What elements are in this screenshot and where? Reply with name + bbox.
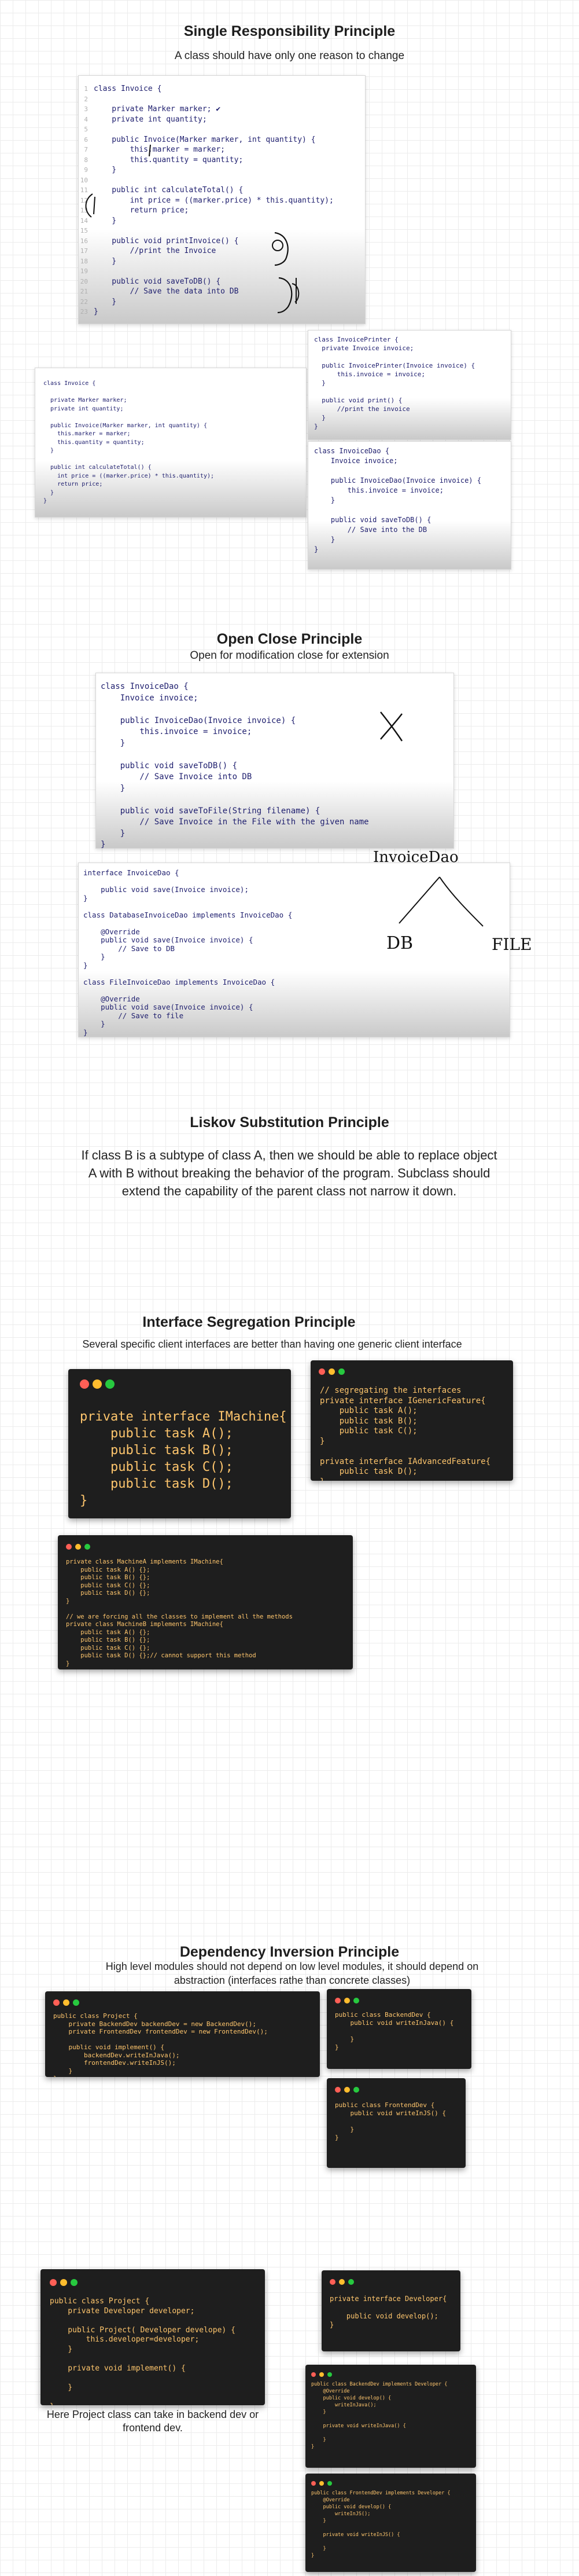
close-dot-icon — [330, 2279, 335, 2285]
close-dot-icon — [53, 1999, 60, 2006]
dip-frontend2-card: public class FrontendDev implements Deve… — [305, 2474, 476, 2572]
dip-project2-code: public class Project { private Developer… — [50, 2297, 235, 2405]
dip-frontend-code: public class FrontendDev { public void w… — [335, 2101, 447, 2141]
maximize-dot-icon — [327, 2481, 332, 2486]
ocp-cross-mark — [380, 711, 403, 742]
ocp-hierarchy-lines — [399, 876, 484, 927]
minimize-dot-icon — [319, 2372, 324, 2377]
srp-handwritten-annotations — [85, 144, 300, 314]
window-dots — [330, 2277, 357, 2288]
isp-segregated-code: // segregating the interfaces private in… — [320, 1386, 491, 1481]
srp-invoice-small-code: class Invoice { private Marker marker; p… — [43, 380, 215, 504]
maximize-dot-icon — [353, 1998, 359, 2003]
ocp-hand-invoicedao: InvoiceDao — [373, 849, 459, 863]
minimize-dot-icon — [63, 1999, 69, 2006]
isp-title: Interface Segregation Principle — [142, 1314, 356, 1330]
maximize-dot-icon — [73, 1999, 79, 2006]
close-dot-icon — [335, 2087, 341, 2093]
maximize-dot-icon — [71, 2279, 78, 2286]
isp-machines-card: private class MachineA implements IMachi… — [58, 1535, 353, 1669]
close-dot-icon — [80, 1379, 89, 1389]
dip-subtitle: High level modules should not depend on … — [105, 1961, 479, 1986]
srp-invoice-printer-code: class InvoicePrinter { private Invoice i… — [314, 336, 475, 430]
dip-developer-card: private interface Developer{ public void… — [322, 2270, 460, 2351]
ocp-invoice-dao-card: class InvoiceDao { Invoice invoice; publ… — [95, 673, 454, 849]
srp-title: Single Responsibility Principle — [183, 23, 396, 39]
window-dots — [311, 2478, 335, 2489]
minimize-dot-icon — [329, 1368, 335, 1375]
close-dot-icon — [66, 1544, 72, 1550]
dip-project2-card: public class Project { private Developer… — [40, 2269, 265, 2405]
dip-caption: Here Project class can take in backend d… — [46, 2409, 259, 2434]
window-dots — [50, 2278, 81, 2289]
isp-machines-code: private class MachineA implements IMachi… — [66, 1558, 293, 1667]
window-dots — [319, 1367, 348, 1378]
dip-backend-code: public class BackendDev { public void wr… — [335, 2011, 454, 2051]
dip-project-code: public class Project { private BackendDe… — [53, 2012, 268, 2077]
minimize-dot-icon — [344, 1998, 350, 2003]
dip-project-card: public class Project { private BackendDe… — [45, 1991, 320, 2077]
lsp-title: Liskov Substitution Principle — [190, 1114, 389, 1131]
isp-imachine-code: private interface IMachine{ public task … — [80, 1410, 287, 1508]
dip-frontend2-code: public class FrontendDev implements Deve… — [311, 2490, 451, 2559]
dip-frontend-card: public class FrontendDev { public void w… — [327, 2078, 466, 2168]
maximize-dot-icon — [353, 2087, 359, 2093]
ocp-hand-db: DB — [386, 933, 414, 953]
srp-invoice-printer-card: class InvoicePrinter { private Invoice i… — [308, 330, 511, 440]
srp-invoice-small-card: class Invoice { private Marker marker; p… — [35, 368, 307, 518]
lsp-text: If class B is a subtype of class A, then… — [81, 1148, 497, 1198]
minimize-dot-icon — [344, 2087, 350, 2093]
ocp-hand-file: FILE — [492, 935, 532, 954]
dip-developer-code: private interface Developer{ public void… — [330, 2295, 447, 2329]
close-dot-icon — [319, 1368, 325, 1375]
window-dots — [335, 1996, 363, 2006]
window-dots — [335, 2085, 363, 2096]
window-dots — [66, 1542, 94, 1553]
dip-backend-card: public class BackendDev { public void wr… — [327, 1989, 471, 2069]
dip-title: Dependency Inversion Principle — [179, 1944, 400, 1960]
window-dots — [53, 1998, 83, 2009]
ocp-title: Open Close Principle — [216, 631, 363, 647]
dip-backend2-card: public class BackendDev implements Devel… — [305, 2365, 476, 2468]
maximize-dot-icon — [105, 1379, 115, 1389]
ocp-interface-code: interface InvoiceDao { public void save(… — [83, 868, 293, 1037]
isp-subtitle: Several specific client interfaces are b… — [82, 1338, 462, 1350]
minimize-dot-icon — [319, 2481, 324, 2486]
srp-invoice-dao-card: class InvoiceDao { Invoice invoice; publ… — [308, 441, 511, 570]
ocp-invoice-dao-code: class InvoiceDao { Invoice invoice; publ… — [101, 682, 369, 849]
window-dots — [80, 1379, 118, 1392]
maximize-dot-icon — [348, 2279, 354, 2285]
srp-invoice-dao-code: class InvoiceDao { Invoice invoice; publ… — [314, 447, 481, 553]
srp-subtitle: A class should have only one reason to c… — [174, 50, 405, 62]
isp-imachine-card: private interface IMachine{ public task … — [68, 1369, 291, 1518]
close-dot-icon — [311, 2372, 316, 2377]
window-dots — [311, 2369, 335, 2380]
maximize-dot-icon — [338, 1368, 345, 1375]
close-dot-icon — [335, 1998, 341, 2003]
minimize-dot-icon — [75, 1544, 81, 1550]
minimize-dot-icon — [93, 1379, 102, 1389]
isp-segregated-card: // segregating the interfaces private in… — [311, 1360, 513, 1481]
maximize-dot-icon — [327, 2372, 332, 2377]
dip-backend2-code: public class BackendDev implements Devel… — [311, 2381, 448, 2450]
minimize-dot-icon — [60, 2279, 67, 2286]
close-dot-icon — [311, 2481, 316, 2486]
close-dot-icon — [50, 2279, 57, 2286]
ocp-subtitle: Open for modification close for extensio… — [190, 649, 389, 662]
maximize-dot-icon — [84, 1544, 90, 1550]
minimize-dot-icon — [339, 2279, 345, 2285]
